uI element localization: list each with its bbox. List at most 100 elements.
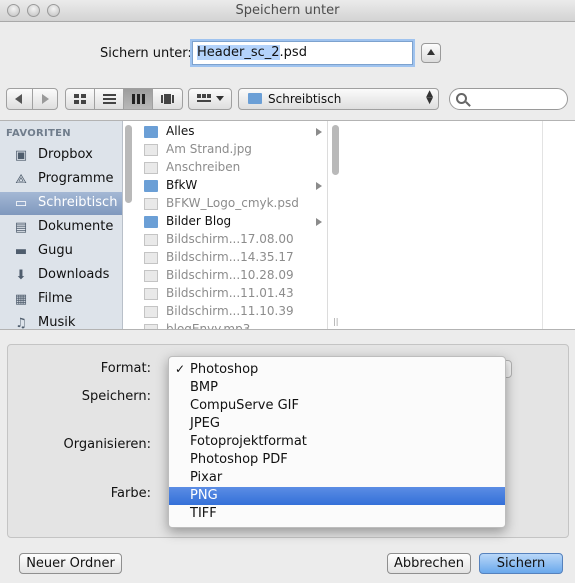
sidebar-item-label: Filme [38, 291, 73, 306]
document-icon [144, 198, 158, 210]
sidebar-item-label: Dokumente [38, 219, 114, 234]
sidebar-item-programme[interactable]: ⟁ Programme [0, 168, 122, 191]
file-row[interactable]: Anschreiben [138, 159, 327, 177]
coverflow-view-button[interactable] [153, 89, 182, 109]
back-button[interactable] [7, 89, 32, 109]
sidebar-item-downloads[interactable]: ⬇ Downloads [0, 264, 122, 287]
file-column-scrollbar[interactable] [332, 125, 339, 175]
sidebar-item-dokumente[interactable]: ▤ Dokumente [0, 216, 122, 239]
view-mode-selector [65, 88, 183, 110]
sidebar-item-schreibtisch[interactable]: ▭ Schreibtisch [0, 192, 122, 215]
file-row[interactable]: Bildschirm...11.01.43 [138, 285, 327, 303]
file-row[interactable]: Am Strand.jpg [138, 141, 327, 159]
apps-icon: ⟁ [15, 172, 27, 187]
folder-row[interactable]: Alles [138, 123, 327, 141]
save-button[interactable]: Sichern [479, 553, 563, 574]
filename-selected-text: Header_sc_2 [197, 45, 280, 60]
file-name: Bildschirm...14.35.17 [166, 250, 294, 264]
file-name: Am Strand.jpg [166, 142, 252, 156]
file-name: Anschreiben [166, 160, 241, 174]
sidebar-item-label: Musik [38, 315, 76, 329]
filename-extension: .psd [279, 45, 307, 60]
format-label: Format: [100, 361, 151, 376]
location-popup[interactable]: Schreibtisch ▲ ▼ [238, 88, 439, 110]
sidebar-item-label: Schreibtisch [38, 195, 118, 210]
format-option-label: Fotoprojektformat [190, 434, 307, 449]
chevron-down-icon [216, 96, 224, 101]
format-option-bmp[interactable]: BMP [169, 379, 505, 397]
back-arrow-icon [15, 94, 22, 104]
document-icon [144, 324, 158, 329]
file-name: Bildschirm...11.10.39 [166, 304, 294, 318]
format-menu: ✓ Photoshop BMP CompuServe GIF JPEG Fotoproje… [168, 356, 506, 528]
document-icon [144, 252, 158, 264]
forward-arrow-icon [42, 94, 49, 104]
file-name: Bildschirm...10.28.09 [166, 268, 294, 282]
disclosure-arrow-icon [316, 128, 322, 136]
file-row[interactable]: Bildschirm...10.28.09 [138, 267, 327, 285]
new-folder-button[interactable]: Neuer Ordner [19, 553, 122, 574]
list-lines-icon [103, 94, 116, 104]
document-icon [144, 288, 158, 300]
folder-row[interactable]: Bilder Blog [138, 213, 327, 231]
filename-field[interactable]: Header_sc_2.psd [192, 41, 413, 65]
format-option-jpeg[interactable]: JPEG [169, 415, 505, 433]
file-row[interactable]: BFKW_Logo_cmyk.psd [138, 195, 327, 213]
file-name: BFKW_Logo_cmyk.psd [166, 196, 299, 210]
sidebar-item-label: Gugu [38, 243, 73, 258]
format-option-photoshop-pdf[interactable]: Photoshop PDF [169, 451, 505, 469]
document-icon [144, 144, 158, 156]
file-row[interactable]: blogEnvy.mp3 [138, 321, 327, 329]
sidebar-scrollbar[interactable] [125, 125, 132, 203]
disclosure-arrow-icon [316, 182, 322, 190]
search-input[interactable] [449, 88, 568, 110]
file-row[interactable]: Bildschirm...17.08.00 [138, 231, 327, 249]
column-resize-handle[interactable]: || [333, 317, 338, 326]
document-icon [144, 270, 158, 282]
folder-icon [144, 180, 158, 192]
format-option-fotoprojektformat[interactable]: Fotoprojektformat [169, 433, 505, 451]
format-option-photoshop[interactable]: ✓ Photoshop [169, 361, 505, 379]
sidebar-heading: FAVORITEN [6, 128, 71, 139]
document-icon [144, 234, 158, 246]
format-option-compuserve-gif[interactable]: CompuServe GIF [169, 397, 505, 415]
sidebar-item-label: Dropbox [38, 147, 93, 162]
file-name: Bildschirm...11.01.43 [166, 286, 294, 300]
folder-icon [248, 93, 262, 104]
sidebar-item-label: Downloads [38, 267, 110, 282]
format-option-label: JPEG [190, 416, 220, 431]
file-name: Bildschirm...17.08.00 [166, 232, 294, 246]
file-column: Alles Am Strand.jpg Anschreiben BfkW BFKW_Lo… [138, 121, 328, 329]
sidebar-item-musik[interactable]: ♫ Musik [0, 312, 122, 329]
format-option-tiff[interactable]: TIFF [169, 505, 505, 523]
sidebar-item-label: Programme [38, 171, 114, 186]
updown-arrows-icon: ▲ ▼ [426, 89, 433, 106]
arrange-button[interactable] [188, 88, 232, 110]
file-name: blogEnvy.mp3 [166, 322, 251, 329]
file-row[interactable]: Bildschirm...11.10.39 [138, 303, 327, 321]
location-label: Schreibtisch [268, 92, 342, 106]
file-row[interactable]: Bildschirm...14.35.17 [138, 249, 327, 267]
format-option-pixar[interactable]: Pixar [169, 469, 505, 487]
forward-button[interactable] [32, 89, 57, 109]
coverflow-icon [161, 94, 174, 104]
music-icon: ♫ [15, 316, 27, 329]
icon-grid-icon [74, 94, 86, 104]
file-name: Bilder Blog [166, 214, 232, 228]
format-option-png[interactable]: PNG [169, 487, 505, 505]
format-option-label: TIFF [190, 506, 217, 521]
cancel-button[interactable]: Abbrechen [387, 553, 471, 574]
document-icon [144, 306, 158, 318]
sidebar-item-filme[interactable]: ▦ Filme [0, 288, 122, 311]
organize-label: Organisieren: [63, 437, 151, 452]
disclosure-arrow-icon [316, 218, 322, 226]
window-title: Speichern unter [235, 3, 340, 18]
list-view-button[interactable] [95, 89, 124, 109]
icon-view-button[interactable] [66, 89, 95, 109]
sidebar-item-gugu[interactable]: ▬ Gugu [0, 240, 122, 263]
expand-dialog-button[interactable] [421, 43, 441, 63]
sidebar-item-dropbox[interactable]: ▣ Dropbox [0, 144, 122, 167]
folder-row[interactable]: BfkW [138, 177, 327, 195]
column-view-button[interactable] [124, 89, 153, 109]
sidebar: FAVORITEN ▣ Dropbox ⟁ Programme ▭ Schreibtisc… [0, 121, 123, 329]
